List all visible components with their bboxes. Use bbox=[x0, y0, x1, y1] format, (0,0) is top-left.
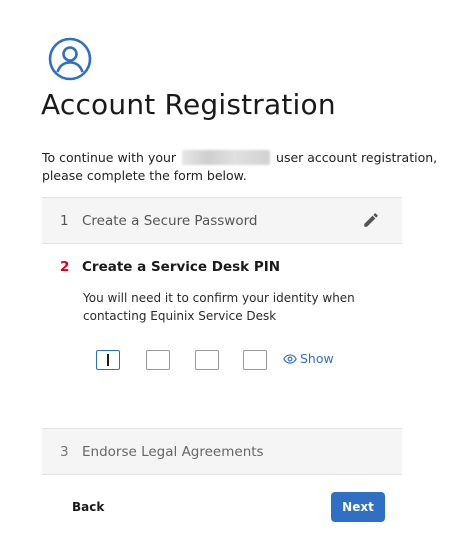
pin-help-text: You will need it to confirm your identit… bbox=[83, 289, 383, 325]
intro-text-after: user account registration, bbox=[276, 150, 438, 165]
intro-text: To continue with your user account regis… bbox=[42, 149, 437, 185]
step-label: Endorse Legal Agreements bbox=[82, 443, 264, 460]
intro-text-line2: please complete the form below. bbox=[42, 168, 247, 183]
step-number: 2 bbox=[60, 259, 70, 275]
step-create-pin: 2 Create a Service Desk PIN bbox=[60, 259, 280, 275]
step-number: 1 bbox=[60, 212, 69, 229]
step-legal-agreements: 3 Endorse Legal Agreements bbox=[42, 428, 402, 475]
pin-digit-3-input[interactable] bbox=[195, 350, 219, 370]
show-pin-toggle[interactable]: Show bbox=[283, 351, 334, 366]
pin-help-line1: You will need it to confirm your identit… bbox=[83, 291, 355, 305]
redacted-company-name bbox=[182, 150, 271, 165]
pin-digit-1-input[interactable] bbox=[96, 350, 120, 370]
pin-digit-4-input[interactable] bbox=[243, 350, 267, 370]
step-create-password[interactable]: 1 Create a Secure Password bbox=[42, 197, 402, 244]
user-account-icon bbox=[48, 37, 92, 81]
back-button[interactable]: Back bbox=[72, 500, 104, 514]
pin-digit-2-input[interactable] bbox=[146, 350, 170, 370]
show-pin-label: Show bbox=[300, 351, 334, 366]
step-number: 3 bbox=[60, 443, 69, 460]
pin-help-line2: contacting Equinix Service Desk bbox=[83, 309, 277, 323]
next-button[interactable]: Next bbox=[331, 492, 385, 522]
step-label: Create a Secure Password bbox=[82, 212, 258, 229]
page-title: Account Registration bbox=[41, 88, 336, 121]
eye-icon bbox=[283, 353, 297, 364]
pencil-icon[interactable] bbox=[362, 211, 380, 229]
step-label: Create a Service Desk PIN bbox=[82, 259, 281, 275]
intro-text-before: To continue with your bbox=[42, 150, 177, 165]
